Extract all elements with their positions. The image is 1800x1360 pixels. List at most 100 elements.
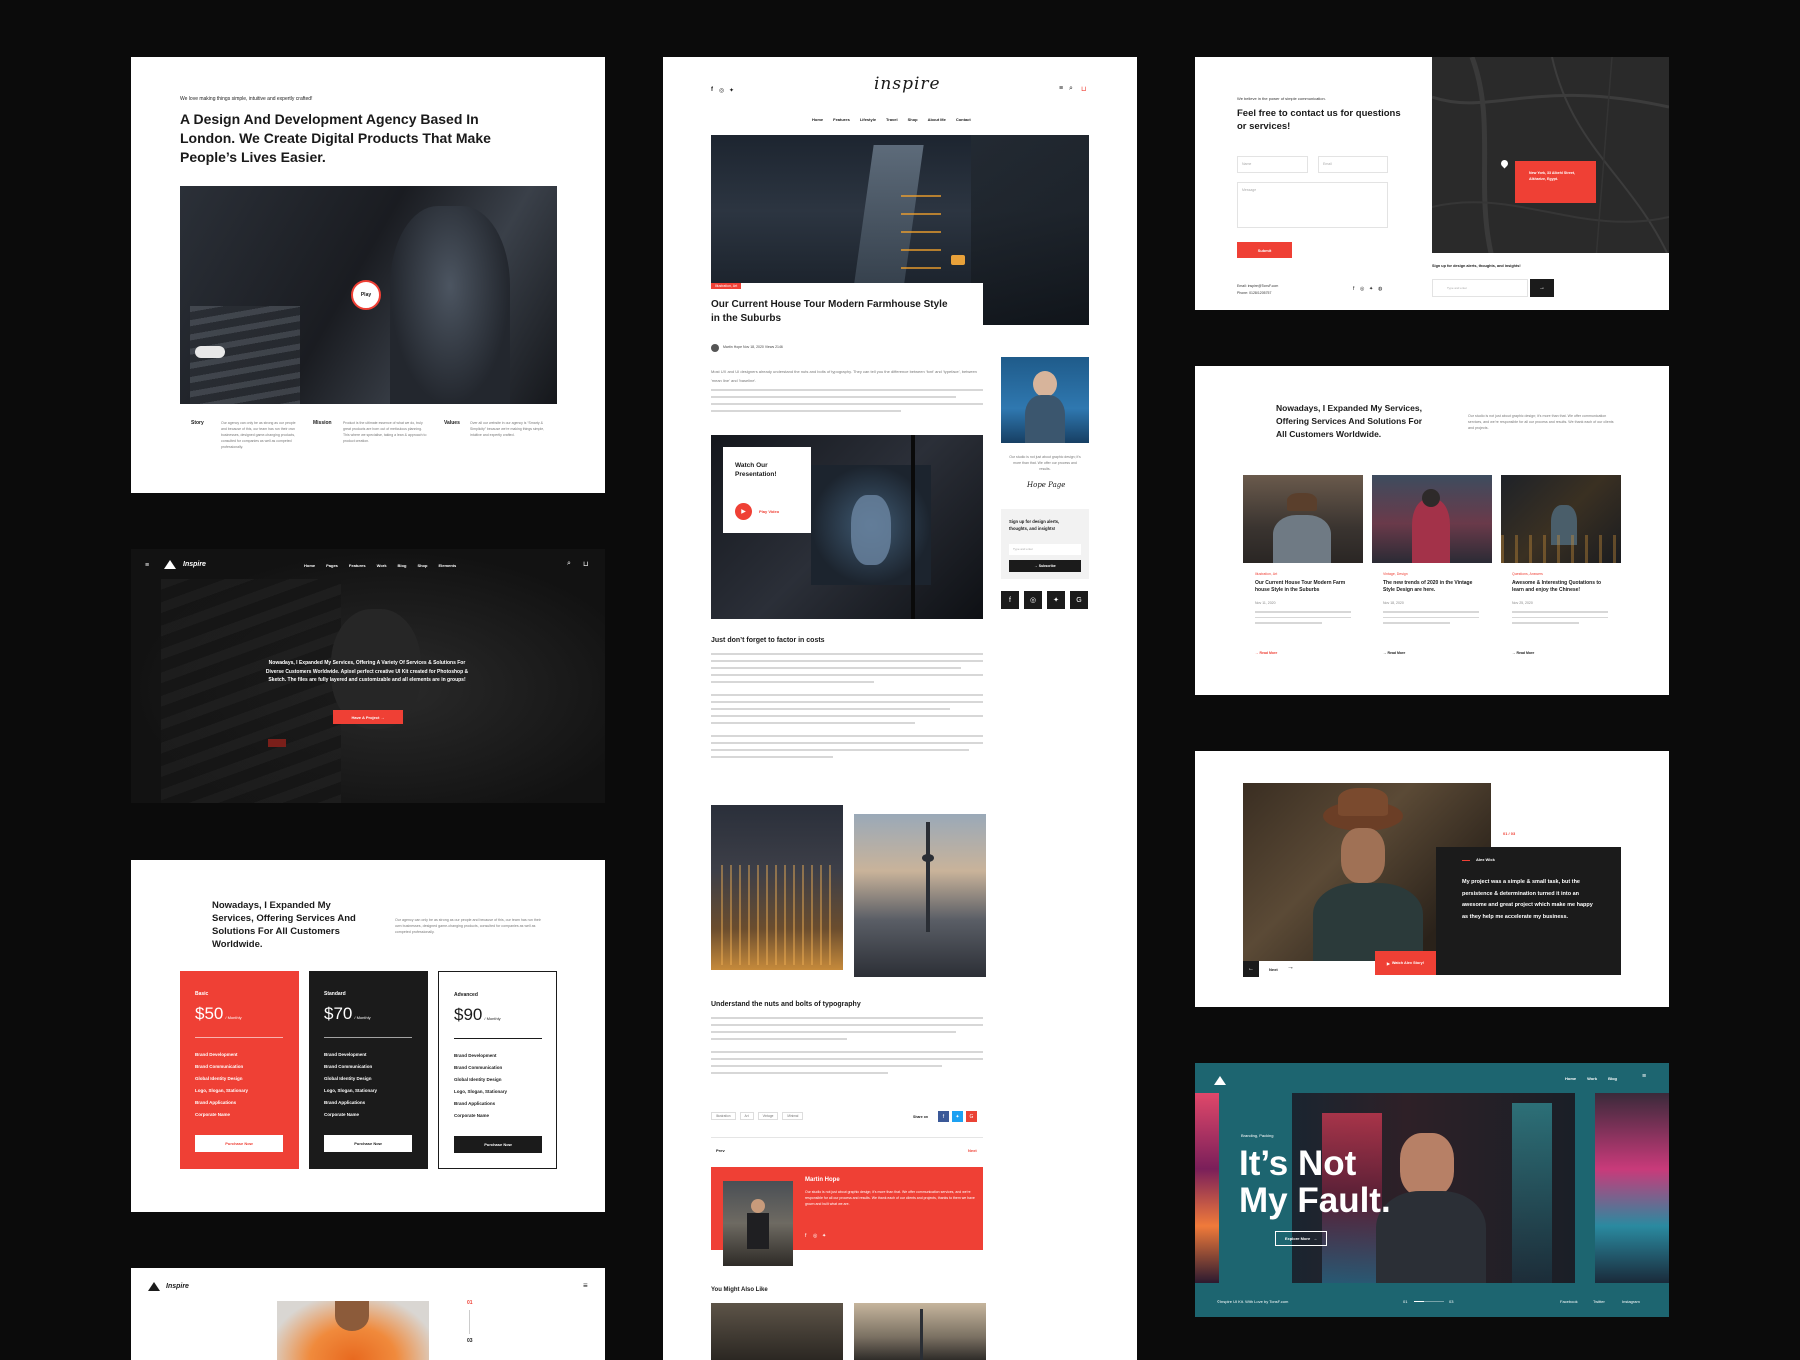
- hero-nav-home[interactable]: Home: [304, 563, 315, 568]
- prev-link[interactable]: Prev: [716, 1148, 725, 1153]
- explore-more-button[interactable]: Explore More →: [1275, 1231, 1327, 1246]
- fault-twitter-link[interactable]: Twitter: [1593, 1299, 1605, 1304]
- plan-basic-purchase-button[interactable]: Purchase Now: [195, 1135, 283, 1152]
- tag-chip[interactable]: Illustration: [711, 1112, 736, 1120]
- pager-end: 03: [1449, 1299, 1454, 1304]
- post2-read-more[interactable]: → Read More: [1383, 651, 1405, 655]
- post2-tag[interactable]: Vintage, Design: [1383, 572, 1408, 576]
- map-signup-arrow-button[interactable]: →: [1530, 279, 1554, 297]
- post1-title[interactable]: Our Current House Tour Modern Farm house…: [1255, 580, 1355, 594]
- blog-nav-about[interactable]: About Me: [928, 117, 946, 122]
- fault-nav-home[interactable]: Home: [1565, 1076, 1576, 1081]
- hero-nav-pages[interactable]: Pages: [326, 563, 338, 568]
- blog-search-icon[interactable]: ⌕: [1069, 85, 1073, 93]
- tag-chip[interactable]: Art: [739, 1112, 754, 1120]
- plan-standard-price: $70: [324, 1004, 353, 1023]
- contact-email: Email: inspire@TonsF.com: [1237, 284, 1279, 288]
- sidebar-signature: Hope Page: [1027, 481, 1066, 489]
- subscribe-button[interactable]: → Subscribe: [1009, 560, 1081, 572]
- mini-menu-icon[interactable]: ≡: [583, 1281, 588, 1290]
- hero-nav-blog[interactable]: Blog: [398, 563, 407, 568]
- instagram-icon[interactable]: ◎: [719, 87, 724, 94]
- sidebar-twitter-icon[interactable]: ✦: [1047, 591, 1065, 609]
- about-kicker: We love making things simple, intuitive …: [180, 96, 313, 102]
- next-link[interactable]: Next: [968, 1148, 977, 1153]
- watch-story-button[interactable]: ▶ Watch Alex Story!: [1375, 951, 1436, 975]
- contact-dribbble-icon[interactable]: ◍: [1378, 286, 1382, 292]
- sidebar-google-icon[interactable]: G: [1070, 591, 1088, 609]
- post1-tag[interactable]: Illustration, Art: [1255, 572, 1277, 576]
- fault-nav-blog[interactable]: Blog: [1608, 1076, 1617, 1081]
- play-video-icon[interactable]: ▶: [735, 503, 752, 520]
- facebook-icon[interactable]: f: [711, 87, 713, 93]
- sidebar-instagram-icon[interactable]: ◎: [1024, 591, 1042, 609]
- share-facebook-icon[interactable]: f: [938, 1111, 949, 1122]
- contact-facebook-icon[interactable]: f: [1353, 286, 1354, 292]
- plan-standard-purchase-button[interactable]: Purchase Now: [324, 1135, 412, 1152]
- message-field[interactable]: Message: [1237, 182, 1388, 228]
- testimonial-quote: My project was a simple & small task, bu…: [1462, 879, 1593, 920]
- search-icon[interactable]: ⌕: [567, 560, 571, 568]
- twitter-icon[interactable]: ✦: [729, 87, 734, 94]
- blog-nav-features[interactable]: Features: [833, 117, 850, 122]
- newsletter-input[interactable]: Type and enter: [1009, 544, 1081, 555]
- name-field[interactable]: Name: [1237, 156, 1308, 173]
- map[interactable]: New York, 33 Albehl Street, Alkharize, E…: [1432, 57, 1669, 310]
- fault-facebook-link[interactable]: Facebook: [1560, 1299, 1578, 1304]
- tag-chip[interactable]: Minimal: [782, 1112, 804, 1120]
- blog-nav-shop[interactable]: Shop: [908, 117, 918, 122]
- hero-nav-work[interactable]: Work: [377, 563, 387, 568]
- author-instagram-icon[interactable]: ◎: [813, 1233, 817, 1239]
- post3-read-more[interactable]: → Read More: [1512, 651, 1534, 655]
- fault-nav-work[interactable]: Work: [1587, 1076, 1597, 1081]
- share-twitter-icon[interactable]: ✦: [952, 1111, 963, 1122]
- testimonial-counter: 01 / 03: [1503, 831, 1516, 836]
- next-arrow-icon[interactable]: →: [1287, 964, 1294, 971]
- share-label: Share on: [913, 1115, 928, 1119]
- post2-photo[interactable]: [1372, 475, 1492, 563]
- mini-brand[interactable]: Inspire: [166, 1283, 189, 1290]
- blog-menu-icon[interactable]: ≡: [1059, 85, 1063, 92]
- blog-nav-travel[interactable]: Travel: [886, 117, 898, 122]
- share-google-icon[interactable]: G: [966, 1111, 977, 1122]
- author-facebook-icon[interactable]: f: [805, 1233, 806, 1239]
- post1-read-more[interactable]: → Read More: [1255, 651, 1277, 655]
- prev-arrow-button[interactable]: ←: [1243, 961, 1259, 977]
- post2-title[interactable]: The new trends of 2020 in the Vintage St…: [1383, 580, 1483, 594]
- hero-nav-shop[interactable]: Shop: [417, 563, 427, 568]
- post3-title[interactable]: Awesome & Interesting Quotations to lear…: [1512, 580, 1612, 594]
- contact-instagram-icon[interactable]: ◎: [1360, 286, 1364, 292]
- post3-tag[interactable]: Questions, Answers: [1512, 572, 1543, 576]
- blog-logo[interactable]: inspire: [874, 74, 941, 94]
- blog-nav-lifestyle[interactable]: Lifestyle: [860, 117, 876, 122]
- tag-chip[interactable]: Vintage: [757, 1112, 779, 1120]
- mini-counter-top: 01: [467, 1300, 473, 1306]
- blog-nav-home[interactable]: Home: [812, 117, 823, 122]
- play-video-link[interactable]: Play Video: [759, 509, 779, 514]
- pricing-card: Nowadays, I Expanded My Services, Offeri…: [131, 860, 605, 1212]
- post3-photo[interactable]: [1501, 475, 1621, 563]
- plan-standard-name: Standard: [324, 991, 346, 997]
- blog-tag[interactable]: Illustration, Art: [711, 283, 742, 289]
- plan-advanced-purchase-button[interactable]: Purchase Now: [454, 1136, 542, 1153]
- pricing-desc: Our agency can only be as strong as our …: [395, 918, 541, 934]
- author-twitter-icon[interactable]: ✦: [822, 1233, 826, 1239]
- fault-menu-icon[interactable]: ≡: [1642, 1073, 1646, 1080]
- menu-icon[interactable]: ≡: [145, 562, 149, 569]
- contact-twitter-icon[interactable]: ✦: [1369, 286, 1373, 292]
- testimonial-next[interactable]: Next: [1269, 967, 1278, 972]
- post1-photo[interactable]: [1243, 475, 1363, 563]
- map-signup-input[interactable]: Type and enter: [1432, 279, 1528, 297]
- fault-instagram-link[interactable]: Instagram: [1622, 1299, 1640, 1304]
- hero-nav-elements[interactable]: Elements: [438, 563, 456, 568]
- blog-cart-icon[interactable]: ⊔: [1081, 85, 1086, 93]
- have-project-button[interactable]: Have A Project →: [333, 710, 403, 724]
- sidebar-facebook-icon[interactable]: f: [1001, 591, 1019, 609]
- play-button[interactable]: Play: [351, 280, 381, 310]
- hero-brand[interactable]: Inspire: [183, 561, 206, 568]
- submit-button[interactable]: Submit: [1237, 242, 1292, 258]
- email-field[interactable]: Email: [1318, 156, 1388, 173]
- blog-nav-contact[interactable]: Contact: [956, 117, 971, 122]
- hero-nav-features[interactable]: Features: [349, 563, 366, 568]
- cart-icon[interactable]: ⊔: [583, 560, 588, 568]
